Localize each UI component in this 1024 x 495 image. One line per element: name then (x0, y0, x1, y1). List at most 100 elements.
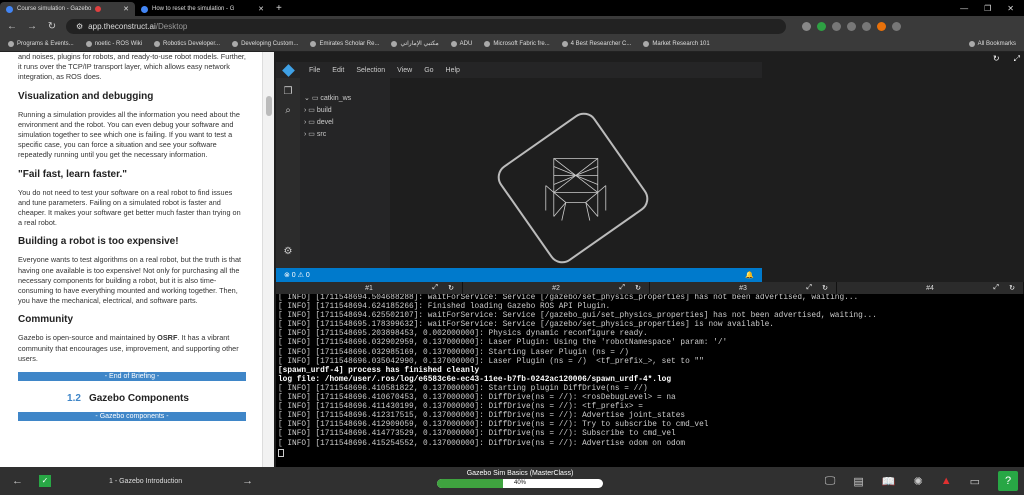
extension-icon[interactable] (802, 21, 811, 31)
terminal-line: [ INFO] [1711548696.410581822, 0.1370000… (278, 384, 648, 393)
next-arrow-icon[interactable]: → (242, 475, 253, 487)
help-button[interactable]: ? (998, 471, 1018, 491)
code-editor: File Edit Selection View Go Help ❐ ⌕ ⚙ ⌄… (276, 62, 762, 282)
browser-tab-reset[interactable]: How to reset the simulation - G ✕ (135, 2, 270, 16)
refresh-icon[interactable]: ↻ (822, 284, 828, 292)
bookmark-icon (310, 40, 317, 47)
terminal-cursor (278, 448, 284, 457)
terminal-output[interactable]: [ INFO] [1711548694.504688288]: waitForS… (276, 294, 1024, 467)
menu-view[interactable]: View (397, 67, 412, 74)
bookmark-icon (643, 40, 650, 47)
bookmark-item[interactable]: noetic - ROS Wiki (85, 40, 142, 47)
refresh-icon[interactable]: ↻ (1009, 284, 1015, 292)
progress-bar: 40% (437, 479, 603, 488)
terminal-line: log file: /home/user/.ros/log/e6583c6e-e… (278, 375, 672, 384)
url-input[interactable]: ⚙ app.theconstruct.ai/Desktop (66, 18, 786, 34)
scrollbar-thumb[interactable] (266, 96, 272, 116)
folder-icon: ▭ (308, 119, 315, 126)
editor-status-bar: ⊗ 0 ⚠ 0 🔔 (276, 268, 762, 282)
expand-icon[interactable]: ⤢ (619, 284, 625, 292)
extension-icon[interactable] (832, 21, 841, 31)
close-tab-icon[interactable]: ✕ (258, 5, 264, 13)
terminal-line: [ INFO] [1711548694.625502107]: waitForS… (278, 312, 877, 321)
bookmark-item[interactable]: 4 Best Researcher C... (561, 40, 631, 47)
book-icon[interactable]: 📖 (882, 475, 896, 488)
document-icon[interactable]: ▭ (970, 475, 980, 488)
expand-icon[interactable]: ⤢ (1014, 54, 1020, 64)
article-paragraph: and noises, plugins for robots, and read… (18, 52, 246, 82)
problems-count[interactable]: ⊗ 0 ⚠ 0 (284, 271, 310, 279)
article-paragraph: You do not need to test your software on… (18, 187, 241, 228)
refresh-icon[interactable]: ↻ (448, 284, 454, 292)
browser-tab-strip: Course simulation - Gazebo ✕ How to rese… (0, 0, 1024, 16)
explorer-folder[interactable]: › ▭ build (300, 104, 390, 116)
terminal-tab-4[interactable]: #4 ⤢ ↻ (837, 282, 1024, 294)
window-controls: — ❐ ✕ (960, 4, 1024, 13)
bookmark-item[interactable]: Programs & Events... (8, 40, 74, 47)
bookmark-icon (154, 40, 161, 47)
terminal-line: [ INFO] [1711548696.032985169, 0.1370000… (278, 348, 629, 357)
profile-avatar-icon[interactable] (877, 21, 886, 31)
previous-arrow-icon[interactable]: ← (12, 475, 23, 487)
bookmark-item[interactable]: Developing Custom... (232, 40, 298, 47)
notebook-scrollbar[interactable] (262, 52, 274, 467)
section-heading: "Fail fast, learn faster." (18, 168, 127, 180)
menu-help[interactable]: Help (446, 67, 460, 74)
unit-title[interactable]: 1 - Gazebo Introduction (109, 478, 182, 485)
notebook-icon[interactable]: ▤ (853, 475, 863, 488)
terminal-tab-2[interactable]: #2 ⤢ ↻ (463, 282, 650, 294)
search-icon[interactable]: ⌕ (276, 105, 300, 116)
bookmark-item[interactable]: Microsoft Fabric fre... (484, 40, 550, 47)
bookmark-item[interactable]: Market Research 101 (643, 40, 710, 47)
expand-icon[interactable]: ⤢ (806, 284, 812, 292)
forward-icon[interactable]: → (26, 21, 38, 32)
back-icon[interactable]: ← (6, 21, 18, 32)
folder-icon: ▭ (308, 131, 315, 138)
explorer-folder[interactable]: › ▭ devel (300, 116, 390, 128)
extension-icon[interactable] (817, 21, 826, 31)
refresh-icon[interactable]: ↻ (635, 284, 641, 292)
menu-selection[interactable]: Selection (356, 67, 385, 74)
terminal-tab-1[interactable]: #1 ⤢ ↻ (276, 282, 463, 294)
terminal-line: [ INFO] [1711548696.032902959, 0.1370000… (278, 339, 728, 348)
explorer-root[interactable]: ⌄ ▭ catkin_ws (300, 92, 390, 104)
editor-area (390, 78, 762, 269)
expand-icon[interactable]: ⤢ (432, 284, 438, 292)
folder-icon (968, 40, 975, 47)
settings-gear-icon[interactable]: ⚙ (276, 246, 300, 257)
bookmark-item[interactable]: مكتبي الإماراتي (391, 40, 439, 47)
course-notebook-panel: and noises, plugins for robots, and read… (0, 52, 262, 467)
bookmark-item[interactable]: Robotics Developer... (154, 40, 220, 47)
bell-icon[interactable]: 🔔 (745, 271, 762, 279)
chevron-right-icon: › (304, 119, 307, 126)
explorer-icon[interactable]: ❐ (276, 86, 300, 97)
reload-icon[interactable]: ↻ (46, 21, 58, 32)
close-window-icon[interactable]: ✕ (1007, 4, 1014, 13)
course-title: Gazebo Sim Basics (MasterClass) (466, 470, 574, 477)
new-tab-button[interactable]: + (276, 3, 282, 14)
menu-icon[interactable] (892, 21, 901, 31)
openai-icon[interactable]: ✺ (913, 475, 922, 488)
explorer-folder[interactable]: › ▭ src (300, 128, 390, 140)
terminal-tabs: #1 ⤢ ↻ #2 ⤢ ↻ #3 ⤢ ↻ #4 ⤢ ↻ (276, 282, 1024, 294)
minimize-icon[interactable]: — (960, 4, 968, 13)
close-tab-icon[interactable]: ✕ (123, 5, 129, 13)
extension-icon[interactable] (847, 21, 856, 31)
terminal-tab-3[interactable]: #3 ⤢ ↻ (650, 282, 837, 294)
browser-tab-course[interactable]: Course simulation - Gazebo ✕ (0, 2, 135, 16)
bookmark-item[interactable]: ADU (450, 40, 472, 47)
all-bookmarks-button[interactable]: All Bookmarks (968, 40, 1024, 47)
screen-icon[interactable]: 🖵 (825, 475, 836, 488)
refresh-icon[interactable]: ↻ (993, 54, 1000, 64)
bookmark-item[interactable]: Emirates Scholar Re... (310, 40, 379, 47)
maximize-icon[interactable]: ❐ (984, 4, 991, 13)
warning-icon[interactable]: ▲ (941, 475, 952, 487)
check-icon: ✓ (39, 475, 51, 487)
article-paragraph: Gazebo is open-source and maintained by … (18, 333, 239, 363)
site-info-icon[interactable]: ⚙ (76, 22, 83, 31)
menu-edit[interactable]: Edit (332, 67, 344, 74)
extension-icon[interactable] (862, 21, 871, 31)
expand-icon[interactable]: ⤢ (993, 284, 999, 292)
menu-go[interactable]: Go (424, 67, 433, 74)
menu-file[interactable]: File (309, 67, 320, 74)
